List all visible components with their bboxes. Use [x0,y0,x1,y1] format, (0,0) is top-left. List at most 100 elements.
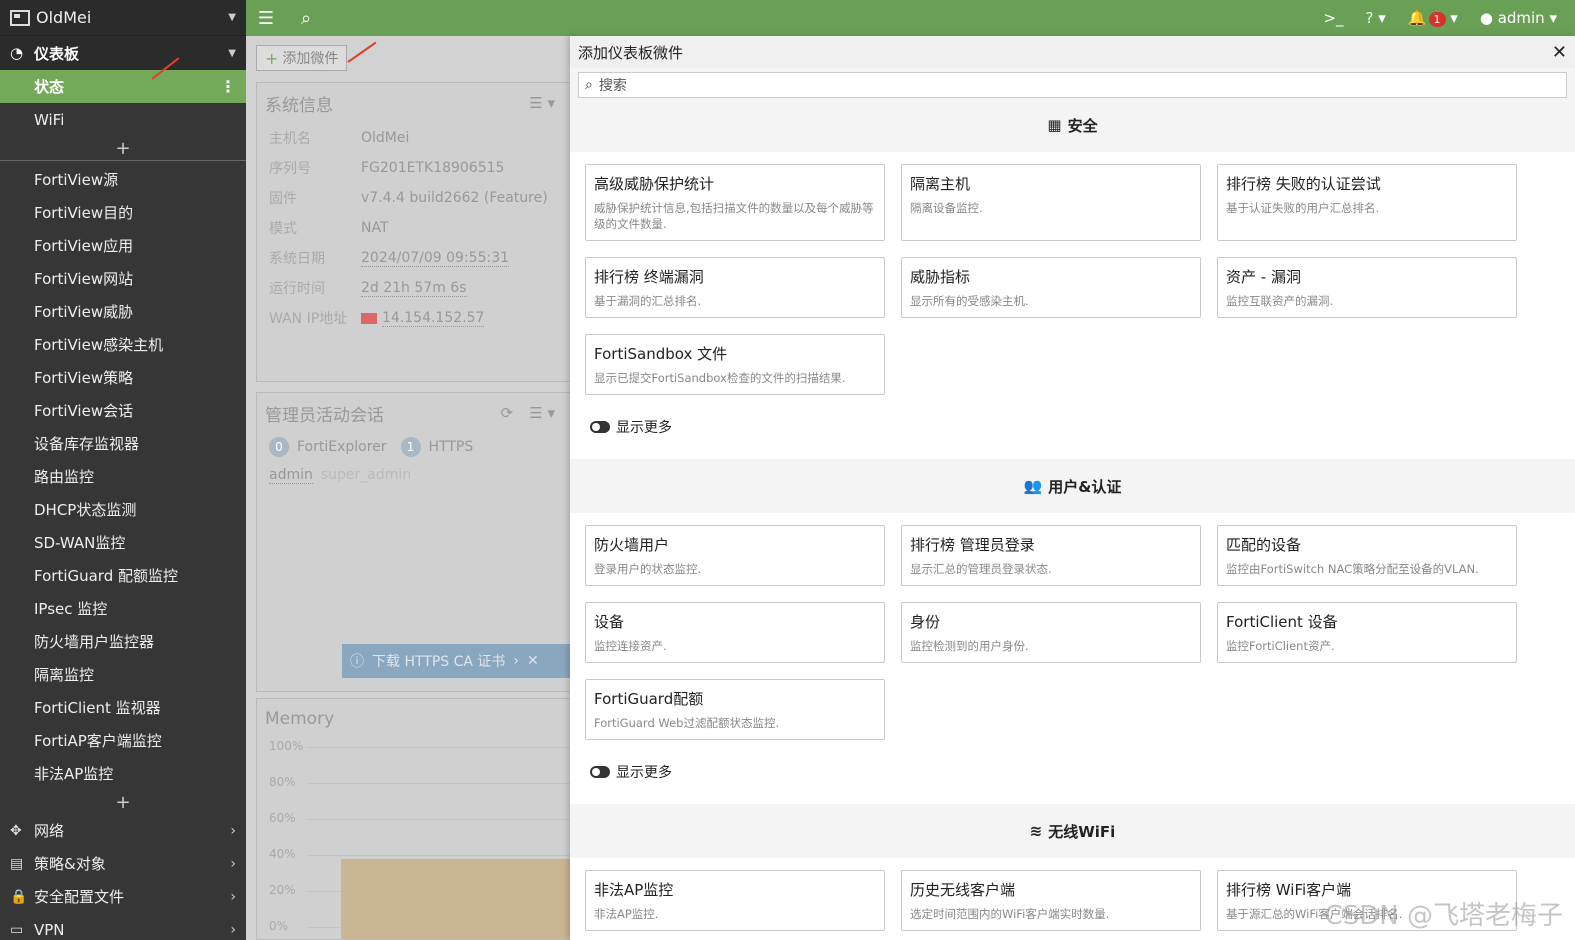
refresh-icon[interactable]: ⟳ [501,404,514,422]
widget-card[interactable]: 身份 监控检测到的用户身份. [901,602,1201,663]
info-value[interactable]: 14.154.152.57 [382,310,485,327]
chevron-right-icon: › [230,822,236,839]
chevron-down-icon[interactable]: ▼ [228,12,236,23]
widget-card[interactable]: 排行榜 管理员登录 显示汇总的管理员登录状态. [901,525,1201,586]
sidebar-item-monitor[interactable]: FortiView会话 [0,394,246,427]
sidebar-item-monitor[interactable]: FortiView策略 [0,361,246,394]
gridline [307,747,575,748]
widget-card-desc: 威胁保护统计信息,包括扫描文件的数量以及每个威胁等级的文件数量. [594,201,874,231]
top-bar: ☰ ⌕ >_ ? ▾ 🔔 1 ▾ ● admin ▾ [246,0,1575,36]
cli-console-icon[interactable]: >_ [1323,9,1343,27]
widget-card[interactable]: 隔离主机 隔离设备监控. [901,164,1201,241]
widget-menu-icon[interactable]: ☰ ▾ [529,404,555,422]
close-icon[interactable]: ✕ [527,653,539,669]
sidebar-item-monitor[interactable]: 隔离监控 [0,658,246,691]
add-dashboard-button[interactable]: + [0,136,246,160]
widget-card[interactable]: 资产 - 漏洞 监控互联资产的漏洞. [1217,257,1517,318]
widget-card-desc: 登录用户的状态监控. [594,562,702,576]
flag-icon [361,312,377,324]
move-icon: ✥ [10,822,22,839]
download-ca-bar[interactable]: ⓘ 下载 HTTPS CA 证书 › ✕ [342,644,570,678]
sidebar-item-dashboard[interactable]: 状态 ⋮ [0,70,246,103]
widget-card[interactable]: 历史无线客户端 选定时间范围内的WiFi客户端实时数量. [901,870,1201,931]
gridline [307,819,575,820]
notifications-button[interactable]: 🔔 1 ▾ [1408,9,1458,27]
widget-card[interactable]: 防火墙用户 登录用户的状态监控. [585,525,885,586]
widget-menu-icon[interactable]: ☰ ▾ [529,94,555,112]
info-key: 序列号 [269,161,311,177]
widget-card-title: 排行榜 失败的认证尝试 [1226,175,1381,193]
sidebar-group[interactable]: ▤ 策略&对象 › [0,847,246,880]
sidebar-item-monitor[interactable]: FortiView威胁 [0,295,246,328]
y-axis-tick: 40% [269,847,296,861]
widget-card-desc: 监控FortiClient资产. [1226,639,1335,653]
sidebar-item-monitor[interactable]: DHCP状态监测 [0,493,246,526]
add-widget-panel: 添加仪表板微件 ✕ ⌕ 搜索 ▦ 安全 高级威胁保护统计 威胁保护统计信息,包括扫描文… [570,36,1575,940]
widget-card[interactable]: FortiGuard配额 FortiGuard Web过滤配额状态监控. [585,679,885,740]
toggle-switch-icon[interactable] [590,421,610,433]
info-value[interactable]: 2024/07/09 09:55:31 [361,250,510,267]
sidebar-item-monitor[interactable]: FortiView网站 [0,262,246,295]
widget-card[interactable]: 高级威胁保护统计 威胁保护统计信息,包括扫描文件的数量以及每个威胁等级的文件数量. [585,164,885,241]
lock-icon: 🔒 [10,888,28,905]
sidebar-item-monitor[interactable]: FortiView源 [0,163,246,196]
brand-header[interactable]: OldMei ▼ [0,0,246,36]
sidebar-item-monitor[interactable]: FortiView应用 [0,229,246,262]
close-icon[interactable]: ✕ [1552,42,1567,63]
sidebar-item-monitor[interactable]: IPsec 监控 [0,592,246,625]
category-header: ▦ 安全 [570,98,1575,152]
sidebar-group[interactable]: 🔒 安全配置文件 › [0,880,246,913]
chevron-right-icon: › [230,855,236,872]
sidebar-item-monitor[interactable]: SD-WAN监控 [0,526,246,559]
sidebar-item-monitor[interactable]: 路由监控 [0,460,246,493]
widget-card-title: 设备 [594,613,625,631]
widget-card[interactable]: 威胁指标 显示所有的受感染主机. [901,257,1201,318]
widget-card-title: 排行榜 管理员登录 [910,536,1035,554]
sidebar-section-dashboard[interactable]: ◔ 仪表板 ▼ [0,36,246,70]
widget-card[interactable]: 设备 监控连接资产. [585,602,885,663]
sidebar-item-monitor[interactable]: FortiAP客户端监控 [0,724,246,757]
sidebar-item-monitor[interactable]: FortiGuard 配额监控 [0,559,246,592]
sidebar-group[interactable]: ▭ VPN › [0,913,246,940]
add-monitor-button[interactable]: + [0,790,246,814]
info-value[interactable]: 2d 21h 57m 6s [361,280,467,297]
memory-usage-area [341,859,575,939]
chevron-down-icon[interactable]: ▼ [228,48,236,59]
widget-card-title: 匹配的设备 [1226,536,1302,554]
sidebar-item-monitor[interactable]: FortiClient 监视器 [0,691,246,724]
sidebar-item-monitor[interactable]: FortiView感染主机 [0,328,246,361]
sidebar-item-monitor[interactable]: 防火墙用户监控器 [0,625,246,658]
search-icon[interactable]: ⌕ [286,8,326,29]
sidebar-group[interactable]: ✥ 网络 › [0,814,246,847]
sidebar-item-monitor[interactable]: 设备库存监视器 [0,427,246,460]
search-input[interactable]: ⌕ 搜索 [578,72,1567,98]
widget-card-desc: 基于漏洞的汇总排名. [594,294,702,308]
show-more-toggle[interactable]: 显示更多 [570,395,1575,449]
widget-card[interactable]: 匹配的设备 监控由FortiSwitch NAC策略分配至设备的VLAN. [1217,525,1517,586]
widget-title: 系统信息 [265,95,333,116]
toggle-switch-icon[interactable] [590,766,610,778]
widget-card-desc: FortiGuard Web过滤配额状态监控. [594,716,780,730]
widget-card-desc: 隔离设备监控. [910,201,983,215]
add-widget-button[interactable]: + 添加微件 [256,45,348,71]
sidebar-item-monitor[interactable]: 非法AP监控 [0,757,246,790]
show-more-toggle[interactable]: 显示更多 [570,740,1575,794]
widget-card[interactable]: 排行榜 失败的认证尝试 基于认证失败的用户汇总排名. [1217,164,1517,241]
category-header: 👥 用户&认证 [570,459,1575,513]
info-key: 系统日期 [269,251,325,267]
user-menu[interactable]: ● admin ▾ [1480,9,1557,27]
sidebar-item-monitor[interactable]: FortiView目的 [0,196,246,229]
session-user[interactable]: admin [269,467,313,484]
help-icon[interactable]: ? ▾ [1366,9,1386,27]
widget-card[interactable]: 排行榜 终端漏洞 基于漏洞的汇总排名. [585,257,885,318]
sidebar-item-dashboard[interactable]: WiFi [0,103,246,136]
widget-card-title: FortiClient 设备 [1226,613,1338,631]
widget-card[interactable]: FortiSandbox 文件 显示已提交FortiSandbox检查的文件的扫描… [585,334,885,395]
dashboard-icon: ◔ [10,44,24,62]
widget-card[interactable]: FortiClient 设备监控FortiClient资产. [1217,602,1517,663]
hamburger-menu-icon[interactable]: ☰ [246,8,286,29]
search-icon: ⌕ [585,77,593,93]
more-options-icon[interactable]: ⋮ [220,77,236,96]
widget-card-desc: 显示已提交FortiSandbox检查的文件的扫描结果. [594,371,846,385]
widget-card[interactable]: 非法AP监控 非法AP监控. [585,870,885,931]
